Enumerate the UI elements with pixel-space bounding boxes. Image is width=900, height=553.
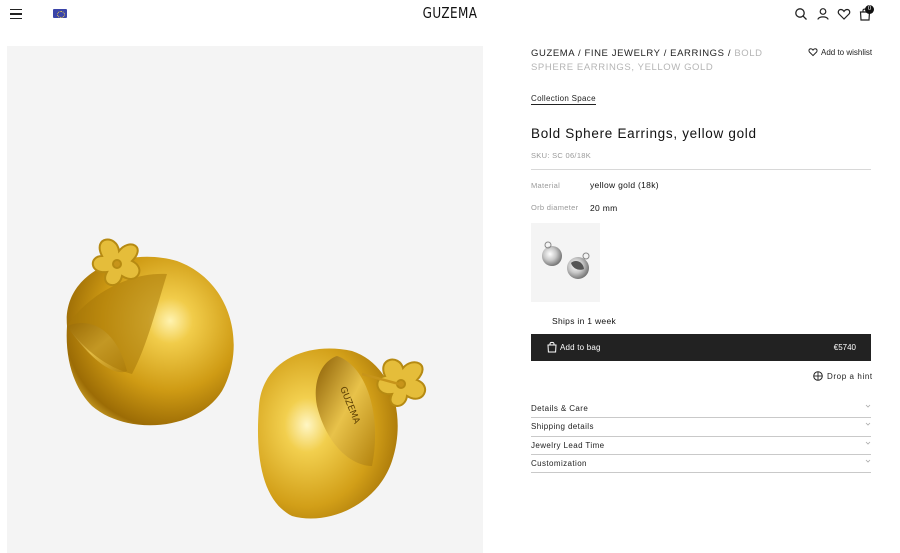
eu-flag-icon[interactable] bbox=[53, 9, 67, 18]
spec-value-material: yellow gold (18k) bbox=[590, 180, 659, 190]
accordion-label: Shipping details bbox=[531, 422, 594, 432]
breadcrumb-item-home[interactable]: GUZEMA bbox=[531, 48, 575, 59]
chevron-down-icon bbox=[865, 404, 871, 408]
accordion-customization[interactable]: Customization bbox=[531, 455, 871, 474]
cart-count-badge: 0 bbox=[865, 5, 874, 14]
breadcrumb: GUZEMA / FINE JEWELRY / EARRINGS / BOLD … bbox=[531, 47, 781, 75]
spec-label-diameter: Orb diameter bbox=[531, 203, 579, 212]
chevron-down-icon bbox=[865, 459, 871, 463]
drop-a-hint-button[interactable]: Drop a hint bbox=[813, 371, 873, 381]
accordion-label: Customization bbox=[531, 458, 587, 468]
breadcrumb-separator: / bbox=[660, 48, 671, 59]
accordion-lead-time[interactable]: Jewelry Lead Time bbox=[531, 437, 871, 455]
spec-label-material: Material bbox=[531, 181, 561, 190]
user-icon[interactable] bbox=[816, 7, 830, 21]
menu-icon[interactable] bbox=[10, 9, 22, 19]
bag-icon bbox=[547, 341, 557, 353]
product-title: Bold Sphere Earrings, yellow gold bbox=[531, 126, 757, 141]
variant-thumbnail-image bbox=[542, 241, 590, 279]
accordion-label: Jewelry Lead Time bbox=[531, 440, 605, 450]
search-icon[interactable] bbox=[794, 7, 808, 21]
wishlist-label: Add to wishlist bbox=[821, 47, 873, 57]
divider bbox=[531, 169, 871, 170]
spec-value-diameter[interactable]: 20 mm bbox=[590, 203, 617, 213]
breadcrumb-item-earrings[interactable]: EARRINGS bbox=[670, 48, 724, 59]
add-to-wishlist-button[interactable]: Add to wishlist bbox=[808, 47, 872, 57]
collection-link[interactable]: Collection Space bbox=[531, 94, 596, 105]
site-logo[interactable]: GUZEMA bbox=[90, 4, 810, 22]
add-to-bag-label: Add to bag bbox=[560, 343, 601, 352]
gift-icon bbox=[813, 371, 823, 381]
drop-a-hint-label: Drop a hint bbox=[827, 371, 873, 381]
product-price: €5740 bbox=[833, 343, 856, 352]
breadcrumb-item-fine-jewelry[interactable]: FINE JEWELRY bbox=[584, 48, 660, 59]
shipping-time: Ships in 1 week bbox=[552, 316, 617, 326]
add-to-bag-button[interactable]: Add to bag €5740 bbox=[531, 334, 871, 361]
accordion-shipping-details[interactable]: Shipping details bbox=[531, 418, 871, 437]
site-header: GUZEMA 0 bbox=[0, 0, 900, 30]
breadcrumb-separator: / bbox=[724, 48, 735, 59]
earrings-illustration: GUZEMA bbox=[66, 238, 427, 519]
chevron-down-icon bbox=[865, 441, 871, 445]
accordion-label: Details & Care bbox=[531, 404, 589, 413]
accordion-details-care[interactable]: Details & Care bbox=[531, 400, 871, 419]
chevron-down-icon bbox=[865, 423, 871, 426]
heart-icon bbox=[808, 48, 818, 57]
heart-icon[interactable] bbox=[837, 7, 851, 21]
variant-thumbnail-white-gold[interactable] bbox=[531, 223, 600, 302]
product-info-accordion: Details & Care Shipping details Jewelry … bbox=[531, 400, 871, 474]
product-image[interactable]: GUZEMA bbox=[7, 46, 483, 553]
breadcrumb-separator: / bbox=[574, 48, 585, 59]
product-sku: SKU: SC 06/18K bbox=[531, 151, 592, 160]
